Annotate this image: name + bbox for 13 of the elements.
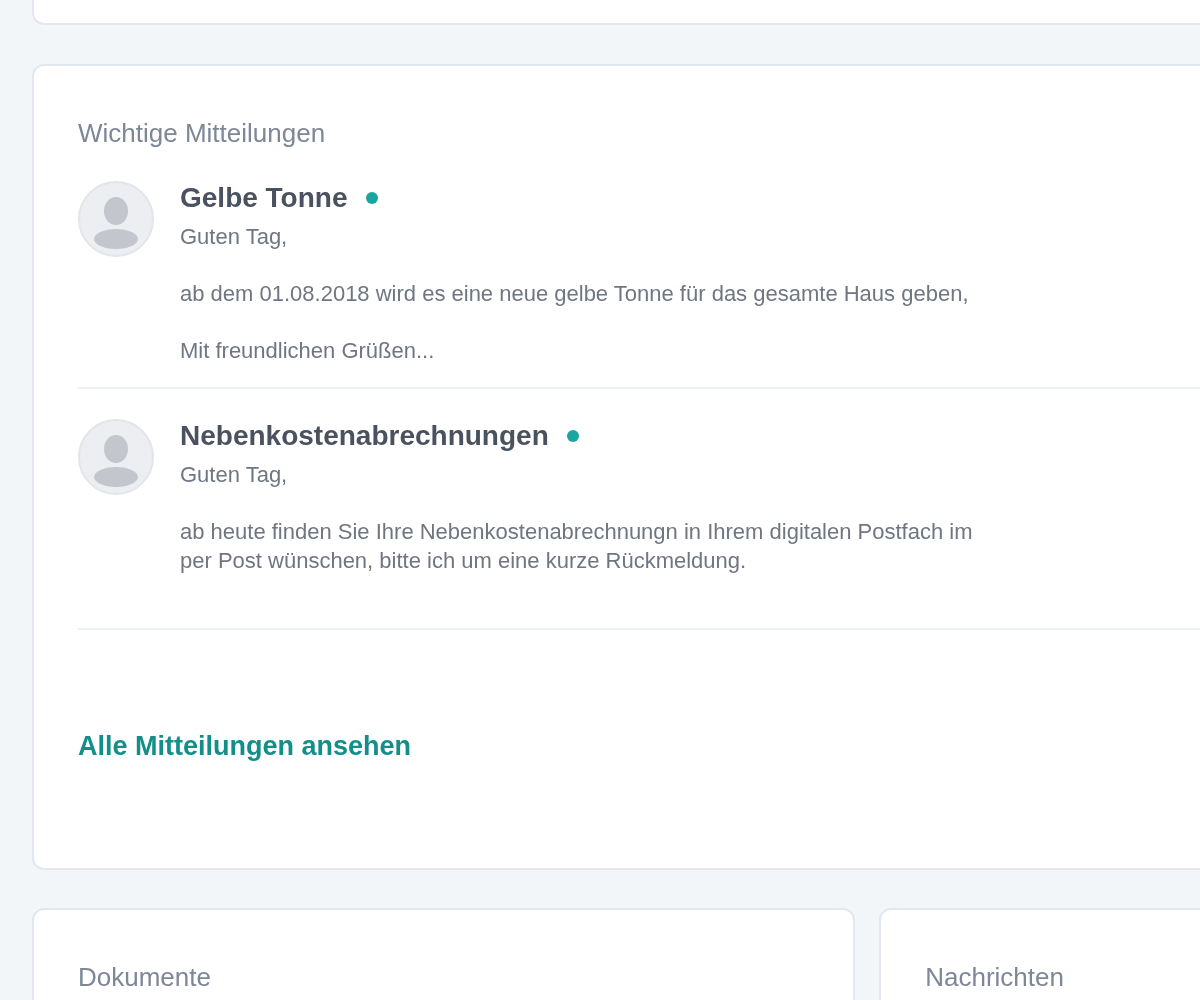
message-subject[interactable]: Gelbe Tonne	[180, 181, 348, 215]
message-text: ab dem 01.08.2018 wird es eine neue gelbe Tonne für das gesamte Haus geben,	[180, 280, 969, 309]
card-title: Nachrichten	[925, 961, 1065, 994]
card-title: Wichtige Mitteilungen	[78, 117, 327, 150]
avatar-icon	[78, 418, 154, 495]
card-title: Dokumente	[78, 961, 212, 994]
message-closing: Mit freundlichen Grüßen...	[180, 337, 436, 366]
all-notices-link[interactable]: Alle Mitteilungen ansehen	[78, 725, 412, 767]
message-subject[interactable]: Nebenkostenabrechnungen	[180, 418, 549, 453]
avatar-icon	[78, 181, 154, 257]
message-greeting: Guten Tag,	[180, 222, 289, 251]
message-greeting: Guten Tag,	[180, 460, 289, 489]
message-text: ab heute finden Sie Ihre Nebenkostenabrechnungn in Ihrem digitalen Postfach im per Post wünschen, bitte ich um eine kurze Rückmeldung.	[180, 518, 973, 576]
